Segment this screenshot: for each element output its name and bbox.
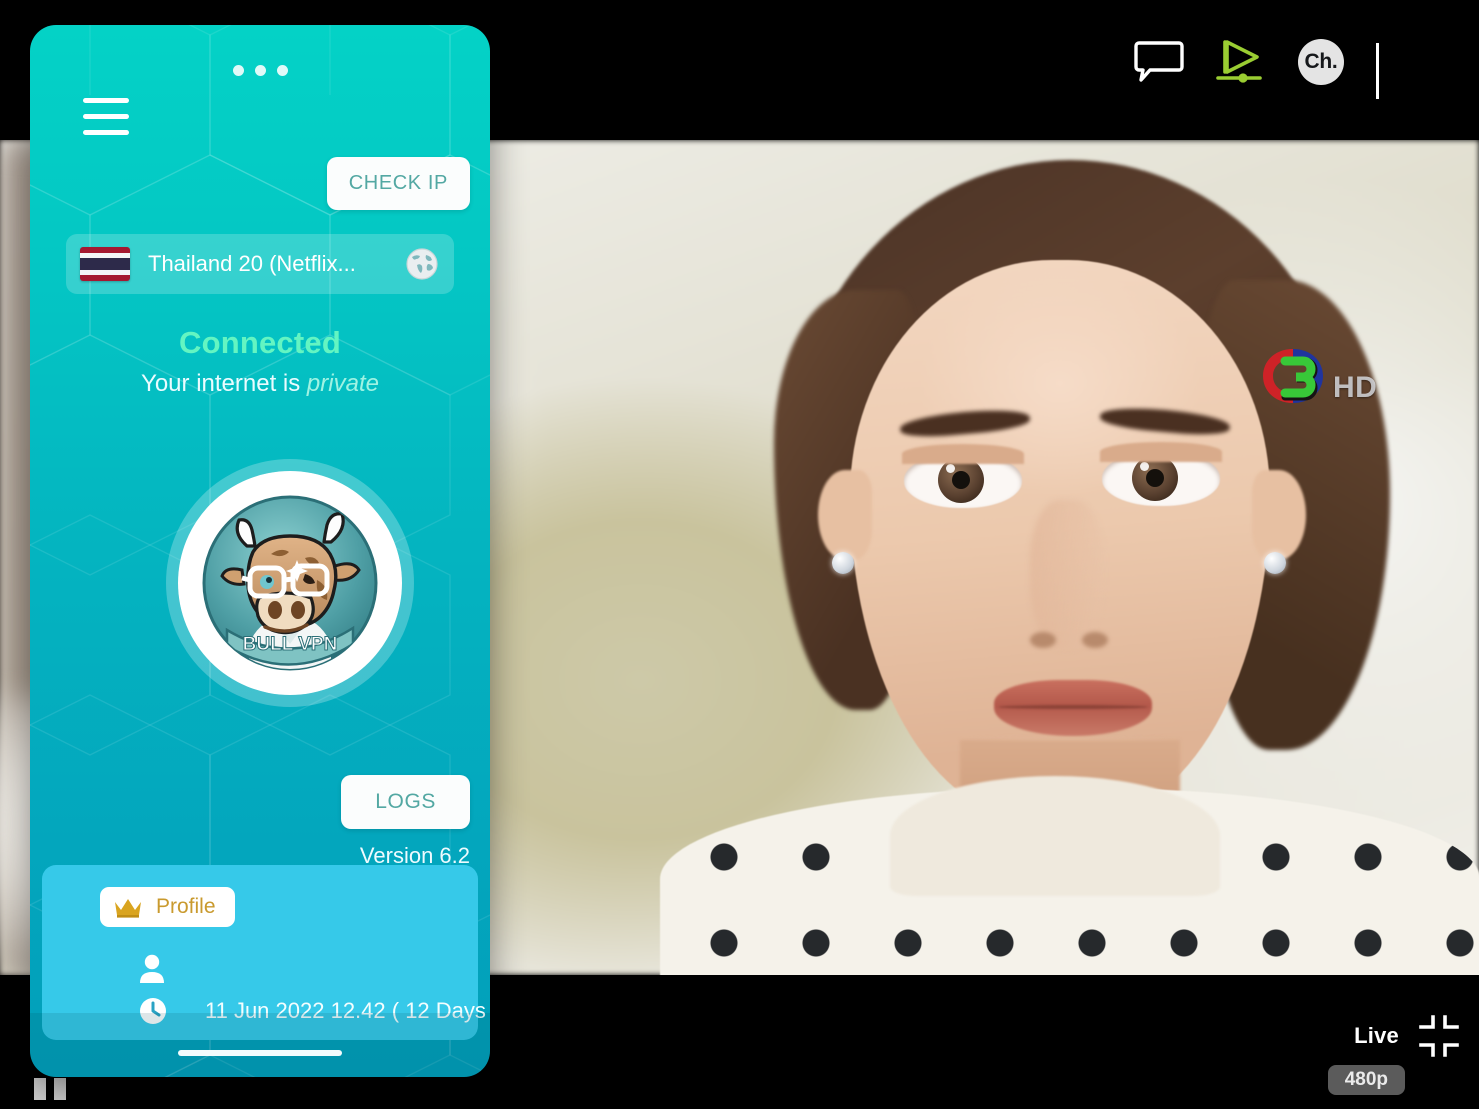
logo-outer-ring: BULL VPN bbox=[178, 471, 402, 695]
chat-icon[interactable] bbox=[1134, 39, 1184, 85]
menu-bar bbox=[83, 130, 129, 135]
status-subtitle-prefix: Your internet is bbox=[141, 370, 307, 397]
logo-brand-text: BULL VPN bbox=[243, 634, 338, 655]
channel-badge[interactable]: Ch. bbox=[1298, 39, 1344, 85]
bull-mascot-icon: BULL VPN bbox=[202, 495, 378, 671]
check-ip-button[interactable]: CHECK IP bbox=[326, 157, 470, 210]
bullvpn-logo[interactable]: BULL VPN bbox=[163, 471, 417, 695]
connection-status: Connected Your internet is private bbox=[30, 325, 490, 398]
drag-handle[interactable] bbox=[30, 65, 490, 76]
player-top-icon-group: Ch. bbox=[1134, 38, 1344, 86]
exit-fullscreen-icon[interactable] bbox=[1417, 1014, 1461, 1058]
ch3-logo-icon bbox=[1263, 349, 1323, 403]
panel-footer bbox=[30, 1013, 490, 1077]
menu-bar bbox=[83, 114, 129, 119]
hd-label: HD bbox=[1333, 371, 1378, 404]
drag-dot bbox=[232, 65, 244, 76]
profile-badge-label: Profile bbox=[156, 895, 216, 918]
live-label: Live bbox=[1354, 1023, 1399, 1048]
bullvpn-panel[interactable]: CHECK IP Thailand 20 (Netflix... Connect… bbox=[30, 25, 490, 1077]
user-icon bbox=[140, 954, 164, 983]
drag-dot bbox=[254, 65, 266, 76]
player-bottom-right-controls: Live 480p bbox=[1327, 1014, 1461, 1095]
profile-badge-button[interactable]: Profile bbox=[100, 887, 235, 927]
logs-button[interactable]: LOGS bbox=[341, 775, 470, 829]
screen-root: HD Ch. Live 480p CHECK IP Thailand 20 (N… bbox=[0, 0, 1479, 1109]
pause-button[interactable] bbox=[34, 1078, 66, 1100]
text-cursor bbox=[1376, 43, 1379, 99]
crown-icon bbox=[115, 899, 141, 918]
cast-play-icon[interactable] bbox=[1216, 38, 1266, 86]
thailand-flag-icon bbox=[80, 247, 130, 281]
server-name-label: Thailand 20 (Netflix... bbox=[148, 251, 356, 276]
pause-bar-right bbox=[54, 1078, 66, 1100]
status-subtitle: Your internet is private bbox=[30, 370, 490, 398]
quality-badge[interactable]: 480p bbox=[1327, 1065, 1405, 1095]
status-subtitle-emphasis: private bbox=[306, 370, 379, 397]
home-indicator[interactable] bbox=[178, 1050, 342, 1056]
menu-bar bbox=[83, 98, 129, 103]
channel-watermark: HD bbox=[1255, 345, 1395, 407]
menu-icon[interactable] bbox=[83, 98, 129, 140]
drag-dot bbox=[276, 65, 288, 76]
status-title: Connected bbox=[179, 325, 341, 360]
profile-username-row bbox=[138, 953, 166, 988]
actress-subject bbox=[560, 140, 1479, 975]
globe-icon[interactable] bbox=[404, 246, 440, 282]
server-selector[interactable]: Thailand 20 (Netflix... bbox=[66, 234, 454, 294]
pause-bar-left bbox=[34, 1078, 46, 1100]
